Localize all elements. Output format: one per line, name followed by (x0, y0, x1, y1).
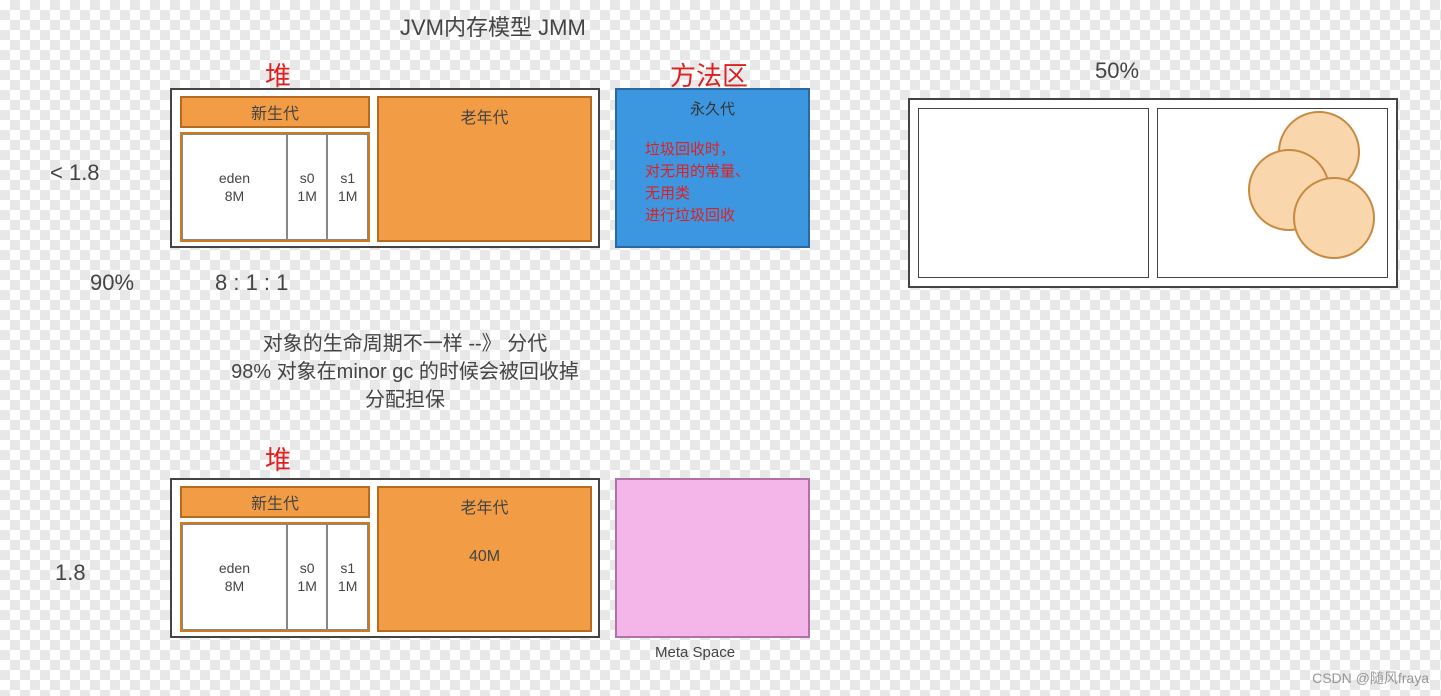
eden-name-2: eden (219, 559, 250, 577)
ratio-label: 8 : 1 : 1 (215, 270, 288, 296)
eden-size-2: 8M (225, 577, 244, 595)
s1-size-1: 1M (338, 187, 357, 205)
eden-size-1: 8M (225, 187, 244, 205)
watermark: CSDN @随风fraya (1312, 668, 1429, 688)
s1-cell-1: s1 1M (327, 134, 368, 240)
young-gen-header-1: 新生代 (180, 96, 370, 128)
s1-name-1: s1 (340, 169, 355, 187)
perm-note-line3: 无用类 (645, 183, 800, 205)
perm-note-line2: 对无用的常量、 (645, 161, 800, 183)
fifty-left-panel (918, 108, 1149, 278)
s1-size-2: 1M (338, 577, 357, 595)
perm-gen-title: 永久代 (625, 98, 800, 119)
heap-label-18: 堆 (265, 440, 291, 477)
ninety-percent-label: 90% (90, 270, 134, 296)
old-gen-2: 老年代 40M (377, 486, 592, 632)
young-gen-subwrap-1: eden 8M s0 1M s1 1M (180, 132, 370, 242)
perm-gen-box: 永久代 垃圾回收时， 对无用的常量、 无用类 进行垃圾回收 (615, 88, 810, 248)
circle-icon (1293, 177, 1375, 259)
old-gen-1: 老年代 (377, 96, 592, 242)
fifty-percent-box (908, 98, 1398, 288)
meta-space-box (615, 478, 810, 638)
s0-cell-1: s0 1M (287, 134, 328, 240)
s1-name-2: s1 (340, 559, 355, 577)
s0-name-1: s0 (300, 169, 315, 187)
note-line1: 对象的生命周期不一样 --》 分代 (195, 330, 615, 358)
heap-box-18: 新生代 老年代 40M eden 8M s0 1M s1 1M (170, 478, 600, 638)
s0-cell-2: s0 1M (287, 524, 328, 630)
s0-name-2: s0 (300, 559, 315, 577)
meta-space-label: Meta Space (655, 644, 735, 661)
young-gen-subwrap-2: eden 8M s0 1M s1 1M (180, 522, 370, 632)
perm-note-line1: 垃圾回收时， (645, 139, 800, 161)
young-gen-header-2: 新生代 (180, 486, 370, 518)
perm-note-line4: 进行垃圾回收 (645, 205, 800, 227)
old-gen-2-title: 老年代 (379, 494, 590, 518)
fifty-percent-label: 50% (1095, 58, 1139, 84)
eden-name-1: eden (219, 169, 250, 187)
version-18-label: 1.8 (55, 560, 86, 586)
s0-size-2: 1M (297, 577, 316, 595)
version-lt18-label: < 1.8 (50, 160, 100, 186)
perm-gen-note: 垃圾回收时， 对无用的常量、 无用类 进行垃圾回收 (645, 139, 800, 227)
s0-size-1: 1M (297, 187, 316, 205)
s1-cell-2: s1 1M (327, 524, 368, 630)
note-line2: 98% 对象在minor gc 的时候会被回收掉 (195, 358, 615, 386)
lifecycle-notes: 对象的生命周期不一样 --》 分代 98% 对象在minor gc 的时候会被回… (195, 330, 615, 414)
eden-cell-1: eden 8M (182, 134, 287, 240)
page-title: JVM内存模型 JMM (400, 10, 586, 42)
note-line3: 分配担保 (195, 386, 615, 414)
fifty-right-panel (1157, 108, 1388, 278)
old-gen-2-size: 40M (379, 548, 590, 566)
eden-cell-2: eden 8M (182, 524, 287, 630)
heap-box-pre18: 新生代 老年代 eden 8M s0 1M s1 1M (170, 88, 600, 248)
